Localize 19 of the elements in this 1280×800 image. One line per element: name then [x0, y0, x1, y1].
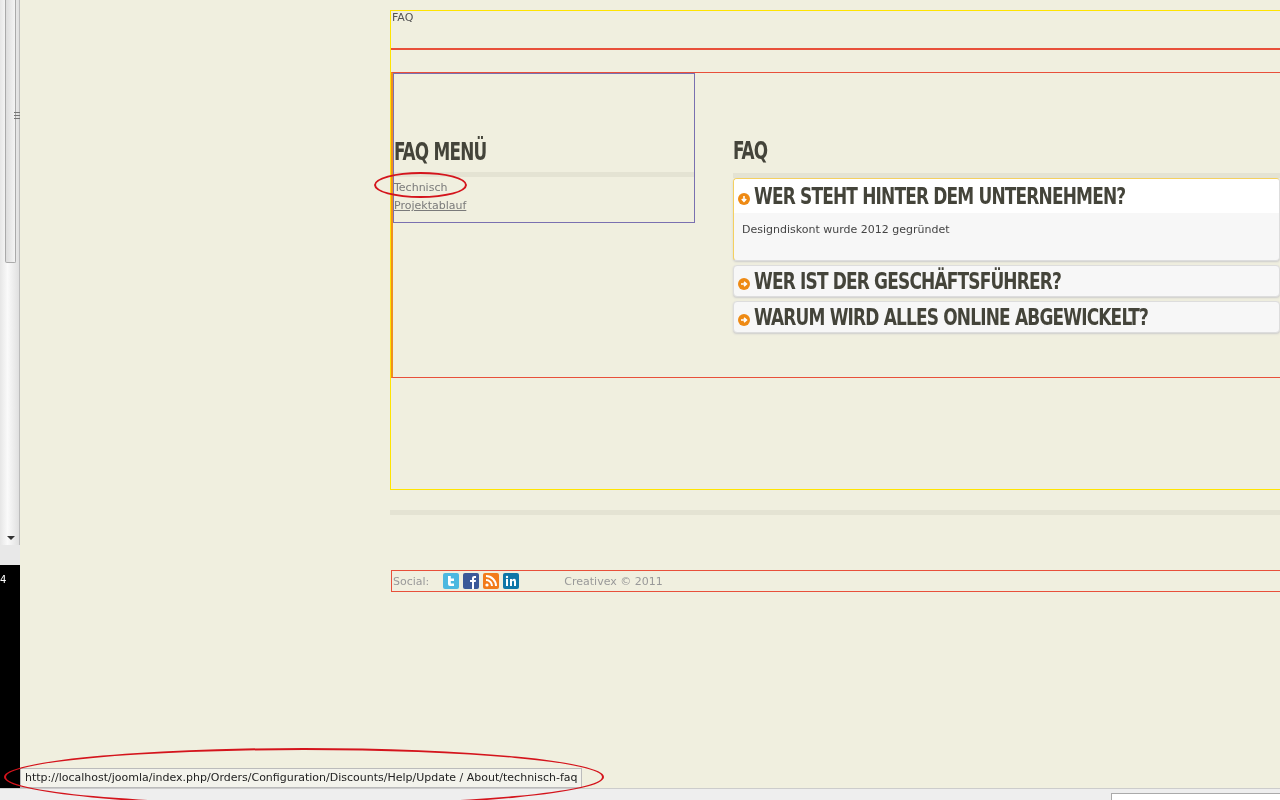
faq-title: FAQ	[733, 137, 768, 165]
copyright-text: Creativex © 2011	[564, 574, 663, 588]
edge-label: 4	[0, 574, 7, 585]
faq-question[interactable]: WER IST DER GESCHÄFTSFÜHRER?	[754, 268, 1062, 294]
facebook-icon[interactable]	[463, 573, 480, 589]
status-url-tooltip: http://localhost/joomla/index.php/Orders/Configuration/Discounts/Help/Update / About/technisch-faq	[20, 768, 583, 788]
menu-link[interactable]: Technisch	[394, 179, 448, 197]
breadcrumb: FAQ	[392, 11, 414, 24]
right-arrow-circle-icon	[738, 277, 750, 290]
faq-answer: Designdiskont wurde 2012 gegründet	[741, 222, 951, 238]
down-arrow-circle-icon	[738, 192, 750, 205]
menu-link[interactable]: Projektablauf	[394, 197, 467, 215]
scrollbar-corner	[0, 545, 20, 565]
sidebar-title: FAQ MENÜ	[394, 138, 487, 166]
right-arrow-circle-icon	[738, 313, 750, 326]
faq-question[interactable]: WARUM WIRD ALLES ONLINE ABGEWICKELT?	[754, 304, 1149, 330]
scrollbar[interactable]	[0, 0, 20, 545]
linkedin-icon[interactable]	[503, 573, 520, 589]
social-label: Social:	[393, 574, 430, 588]
